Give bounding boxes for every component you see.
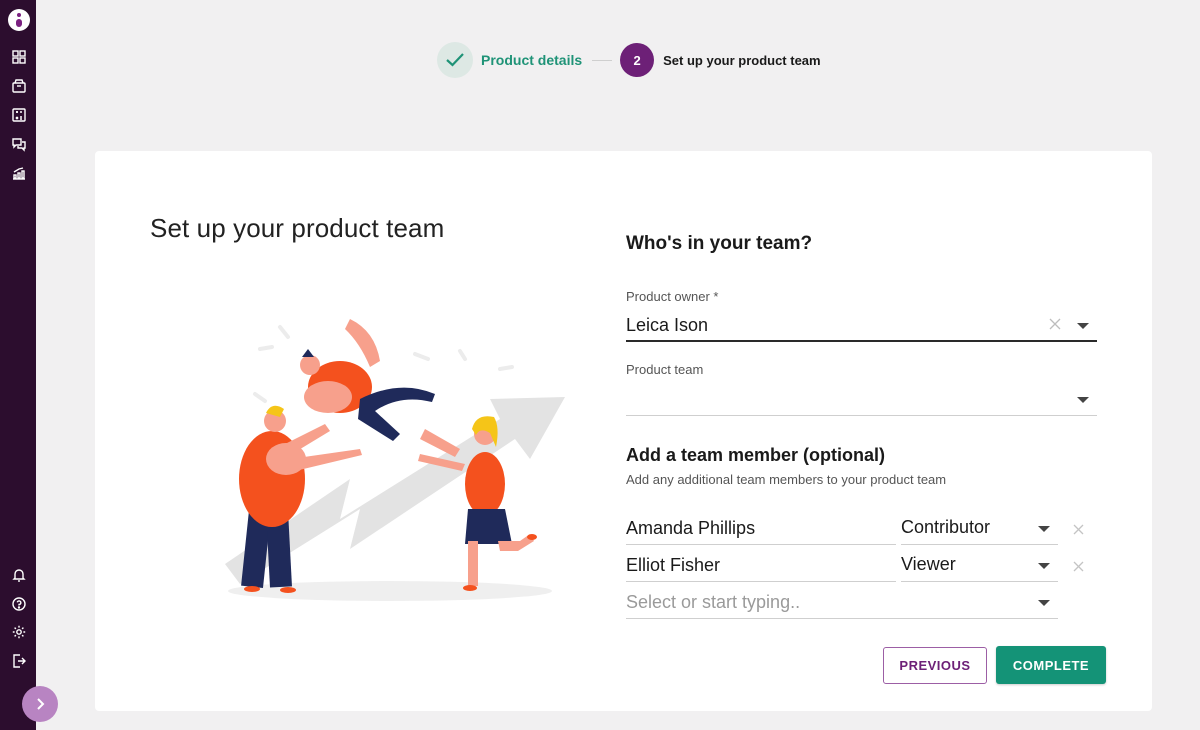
team-illustration	[225, 319, 565, 601]
clear-icon[interactable]	[1049, 318, 1061, 330]
chevron-down-icon[interactable]	[1077, 323, 1089, 329]
expand-sidebar-button[interactable]	[22, 686, 58, 722]
chevron-down-icon[interactable]	[1077, 397, 1089, 403]
add-member-heading: Add a team member (optional)	[626, 445, 886, 465]
add-member-helper: Add any additional team members to your …	[626, 472, 947, 487]
product-team-label: Product team	[626, 362, 704, 377]
stepper: Product details 2 Set up your product te…	[437, 42, 821, 78]
help-icon[interactable]	[11, 596, 27, 612]
member-role-select[interactable]: Viewer	[901, 550, 1058, 582]
bell-icon[interactable]	[11, 567, 27, 583]
product-team-select[interactable]	[626, 384, 1097, 416]
chat-icon[interactable]	[11, 136, 27, 152]
main-card: Set up your product team Who's in your t…	[95, 151, 1152, 711]
chevron-down-icon[interactable]	[1038, 600, 1050, 606]
product-owner-label: Product owner *	[626, 289, 719, 304]
box-icon[interactable]	[11, 78, 27, 94]
step-product-details[interactable]: Product details	[481, 52, 582, 68]
product-owner-select[interactable]: Leica Ison	[626, 310, 1097, 342]
product-owner-value: Leica Ison	[626, 315, 709, 335]
team-heading: Who's in your team?	[626, 233, 813, 254]
chevron-right-icon	[37, 698, 45, 710]
chart-icon[interactable]	[11, 165, 27, 181]
new-member-input[interactable]: Select or start typing..	[626, 587, 1058, 619]
member-name-input[interactable]: Amanda Phillips	[626, 513, 896, 545]
calculator-icon[interactable]	[11, 107, 27, 123]
member-row: Elliot Fisher Viewer	[626, 550, 1106, 582]
member-name-input[interactable]: Elliot Fisher	[626, 550, 896, 582]
page-title: Set up your product team	[150, 213, 445, 243]
remove-member-icon[interactable]	[1073, 524, 1084, 535]
member-role-select[interactable]: Contributor	[901, 513, 1058, 545]
check-icon	[446, 53, 464, 67]
previous-button[interactable]: PREVIOUS	[883, 647, 987, 684]
complete-button[interactable]: COMPLETE	[996, 646, 1106, 684]
chevron-down-icon[interactable]	[1038, 526, 1050, 532]
dashboard-icon[interactable]	[11, 49, 27, 65]
logout-icon[interactable]	[11, 653, 27, 669]
step-connector	[592, 59, 613, 61]
step-set-up-team: Set up your product team	[663, 52, 821, 68]
settings-icon[interactable]	[11, 624, 27, 640]
member-row: Amanda Phillips Contributor	[626, 513, 1106, 545]
step-complete-indicator[interactable]	[437, 42, 473, 78]
app-logo-icon[interactable]	[8, 9, 30, 31]
step-active-number: 2	[620, 43, 655, 77]
sidebar	[0, 0, 36, 730]
remove-member-icon[interactable]	[1073, 561, 1084, 572]
chevron-down-icon[interactable]	[1038, 563, 1050, 569]
